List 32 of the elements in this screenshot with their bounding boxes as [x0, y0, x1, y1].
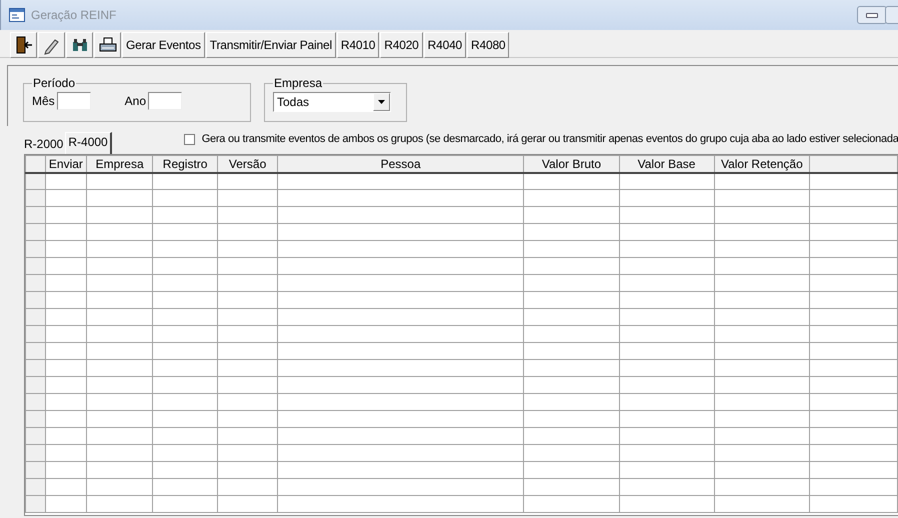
column-header[interactable]: Registro — [152, 156, 218, 172]
toolbar-button[interactable] — [38, 32, 65, 58]
checkbox[interactable] — [184, 134, 195, 144]
column-header[interactable]: Pessoa — [277, 156, 524, 172]
toolbar-button[interactable]: R4040 — [424, 32, 466, 58]
column-header[interactable]: Versão — [218, 156, 278, 172]
minimize-button[interactable] — [857, 6, 887, 24]
column-header[interactable]: Empresa — [86, 156, 152, 172]
toolbar-button[interactable]: R4010 — [336, 32, 380, 58]
column-header[interactable]: Valor Retenção — [714, 156, 810, 172]
caret-icon — [378, 100, 385, 104]
toolbar-button[interactable] — [66, 32, 93, 58]
column-header[interactable]: Valor Base — [619, 156, 714, 172]
group-legend: Período — [32, 76, 76, 90]
toolbar-button[interactable]: R4020 — [380, 32, 423, 58]
field-label: Ano — [124, 94, 146, 108]
column-header[interactable]: Enviar — [45, 156, 87, 172]
field-label: Mês — [32, 94, 55, 108]
toolbar-button[interactable]: R4080 — [467, 32, 510, 58]
toolbar-button[interactable] — [10, 32, 37, 58]
input-field[interactable] — [148, 92, 182, 110]
tab[interactable]: R-2000 — [22, 135, 66, 154]
group-legend: Empresa — [273, 76, 324, 90]
column-header[interactable]: Valor Bruto — [524, 156, 619, 172]
window-icon — [9, 8, 25, 22]
toolbar-button[interactable]: Gerar Eventos — [122, 32, 205, 58]
input-field[interactable] — [56, 92, 91, 110]
toolbar-button[interactable] — [94, 32, 121, 58]
window-title: Geração REINF — [31, 8, 118, 22]
toolbar-button[interactable]: Transmitir/Enviar Painel — [206, 32, 336, 58]
dropdown[interactable]: Todas — [273, 92, 391, 112]
exit-door-icon — [14, 35, 34, 55]
